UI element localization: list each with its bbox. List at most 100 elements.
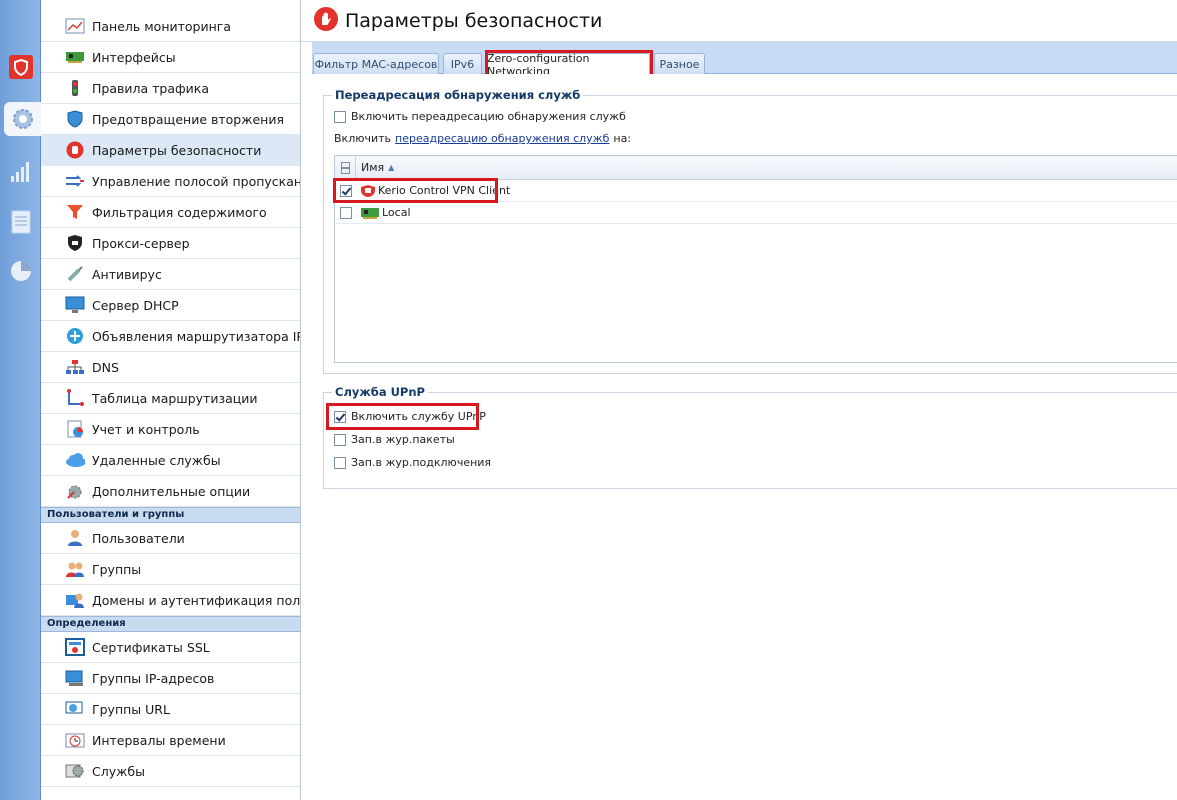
nav-item-label: DNS [92,359,119,375]
nav-item-label: Параметры безопасности [92,142,262,158]
nav-defs-item-2[interactable]: Группы URL [41,694,300,725]
nav-item-label: Фильтрация содержимого [92,204,267,220]
nav-defs-item-0[interactable]: Сертификаты SSL [41,632,300,663]
clock-icon [65,731,85,749]
nav-item-15[interactable]: Дополнительные опции [41,476,300,507]
zeroconf-legend: Переадресация обнаружения служб [335,88,581,102]
ip-group-icon [65,669,85,687]
nav-item-label: Учет и контроль [92,421,200,437]
nav-item-4[interactable]: Параметры безопасности [41,135,300,166]
zeroconf-enable-checkbox[interactable] [334,110,346,123]
tab-mac-filter[interactable]: Фильтр MAC-адресов [313,53,439,74]
accounting-icon [65,420,85,438]
nav-item-label: Группы IP-адресов [92,670,215,686]
hand-icon [65,141,85,159]
logs-document-icon[interactable] [0,205,41,239]
page-header: Параметры безопасности [301,0,1177,42]
zeroconf-on-prefix: Включить [334,132,392,145]
nav-users-item-1[interactable]: Группы [41,554,300,585]
interface-name: Local [382,206,411,219]
nav-item-8[interactable]: Антивирус [41,259,300,290]
nav-item-13[interactable]: Учет и контроль [41,414,300,445]
nav-defs-item-3[interactable]: Интервалы времени [41,725,300,756]
nav-item-label: Прокси-сервер [92,235,190,251]
tab-ipv6[interactable]: IPv6 [443,53,482,74]
nav-item-label: Управление полосой пропускания и [92,173,300,189]
nav-defs-item-4[interactable]: Службы [41,756,300,787]
url-group-icon [65,700,85,718]
tab-bar: Фильтр MAC-адресов IPv6 Zero-configurati… [312,42,1177,78]
grid-header: Имя ▲ [335,155,1177,180]
dns-tree-icon [65,358,85,376]
traffic-light-icon [65,79,85,97]
nav-item-label: Объявления маршрутизатора IPv6 [92,328,301,344]
nav-item-7[interactable]: Прокси-сервер [41,228,300,259]
bandwidth-arrows-icon [65,172,85,190]
upnp-log-packets-row[interactable]: Зап.в жур.пакеты [334,433,455,446]
zeroconf-on-row: Включить переадресацию обнаружения служб… [334,132,631,145]
nav-section-definitions: Определения [41,616,300,632]
services-icon [65,762,85,780]
zeroconf-enable-label: Включить переадресацию обнаружения служб [351,110,626,123]
nav-users-item-0[interactable]: Пользователи [41,523,300,554]
nav-users-list: Пользователи Группы Домены и аутентификаци… [41,523,300,616]
nav-item-5[interactable]: Управление полосой пропускания и [41,166,300,197]
monitor-icon [65,296,85,314]
certificate-icon [65,638,85,656]
hand-icon [313,6,339,35]
reports-pie-icon[interactable] [0,254,41,288]
cloud-icon [65,451,85,469]
nav-item-label: Сертификаты SSL [92,639,210,655]
settings-gear-icon[interactable] [4,102,41,136]
upnp-log-connections-row[interactable]: Зап.в жур.подключения [334,456,491,469]
nav-item-9[interactable]: Сервер DHCP [41,290,300,321]
nav-item-label: Пользователи [92,530,185,546]
settings-nav: Панель мониторинга Интерфейсы Правила траф… [41,0,301,800]
interface-row[interactable]: Local [335,202,1177,224]
nav-item-14[interactable]: Удаленные службы [41,445,300,476]
dashboard-icon [65,17,85,35]
domain-user-icon [65,591,85,609]
nav-item-12[interactable]: Таблица маршрутизации [41,383,300,414]
router-icon [65,327,85,345]
page-title: Параметры безопасности [345,9,603,32]
sort-ascending-icon: ▲ [388,163,395,172]
upnp-log-packets-checkbox[interactable] [334,433,346,446]
nav-item-2[interactable]: Правила трафика [41,73,300,104]
statistics-chart-icon[interactable] [0,155,41,189]
interface-row-cell [335,206,356,219]
nav-item-label: Удаленные службы [92,452,221,468]
zeroconf-on-suffix: на: [613,132,632,145]
grid-column-name[interactable]: Имя [361,161,384,174]
proxy-shield-icon [65,234,85,252]
nav-item-label: Предотвращение вторжения [92,111,284,127]
upnp-log-connections-checkbox[interactable] [334,456,346,469]
tab-content: Переадресация обнаружения служб Включить… [312,74,1177,800]
upnp-highlight-box [326,403,479,430]
nav-item-label: Интерфейсы [92,49,176,65]
nav-item-11[interactable]: DNS [41,352,300,383]
grid-select-all-icon[interactable] [335,155,356,180]
nav-users-item-2[interactable]: Домены и аутентификация пользова [41,585,300,616]
nav-item-label: Таблица маршрутизации [92,390,258,406]
nav-item-10[interactable]: Объявления маршрутизатора IPv6 [41,321,300,352]
nav-item-6[interactable]: Фильтрация содержимого [41,197,300,228]
network-card-icon [360,206,380,220]
tab-misc[interactable]: Разное [654,53,705,74]
nav-item-label: Домены и аутентификация пользова [92,592,301,608]
tools-icon [65,482,85,500]
nav-item-3[interactable]: Предотвращение вторжения [41,104,300,135]
nav-defs-item-1[interactable]: Группы IP-адресов [41,663,300,694]
nav-item-1[interactable]: Интерфейсы [41,42,300,73]
zeroconf-enable-row[interactable]: Включить переадресацию обнаружения служб [334,110,626,123]
zeroconf-on-link[interactable]: переадресацию обнаружения служб [395,132,609,145]
app-rail [0,0,41,800]
nav-item-0[interactable]: Панель мониторинга [41,11,300,42]
interface-checkbox[interactable] [339,206,352,219]
nav-item-label: Сервер DHCP [92,297,179,313]
shield-logo-icon[interactable] [0,50,41,84]
nav-section-users: Пользователи и группы [41,507,300,523]
routing-icon [65,389,85,407]
group-icon [65,560,85,578]
shield-icon [65,110,85,128]
